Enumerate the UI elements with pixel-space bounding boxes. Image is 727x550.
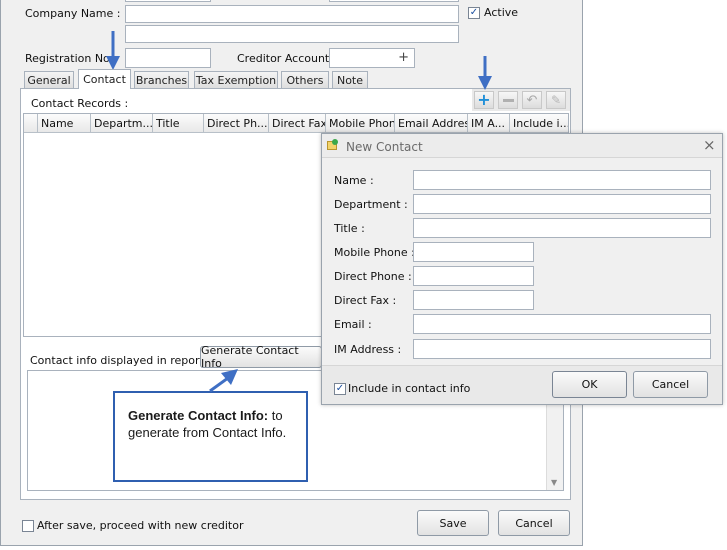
dialog-title-field[interactable] xyxy=(413,218,711,238)
dialog-mobile-phone-field[interactable] xyxy=(413,242,534,262)
dialog-direct-phone-label: Direct Phone : xyxy=(334,270,412,283)
dialog-direct-fax-label: Direct Fax : xyxy=(334,294,397,307)
include-in-contact-info-label: Include in contact info xyxy=(348,382,471,395)
arrow-down-plus-button xyxy=(478,56,492,90)
arrow-down-contact-tab xyxy=(106,31,120,70)
dialog-direct-fax-field[interactable] xyxy=(413,290,534,310)
include-in-contact-info-checkbox[interactable]: ✓ xyxy=(334,383,346,395)
dialog-mobile-phone-label: Mobile Phone : xyxy=(334,246,415,259)
dialog-ok-button[interactable]: OK xyxy=(552,371,627,398)
dialog-department-label: Department : xyxy=(334,198,408,211)
dialog-title: New Contact xyxy=(346,140,423,154)
dialog-email-field[interactable] xyxy=(413,314,711,334)
dialog-direct-phone-field[interactable] xyxy=(413,266,534,286)
dialog-im-address-field[interactable] xyxy=(413,339,711,359)
close-icon[interactable]: × xyxy=(703,136,716,154)
dialog-department-field[interactable] xyxy=(413,194,711,214)
dialog-title-label: Title : xyxy=(334,222,365,235)
dialog-im-address-label: IM Address : xyxy=(334,343,402,356)
new-contact-app-icon xyxy=(327,139,339,151)
dialog-email-label: Email : xyxy=(334,318,372,331)
dialog-cancel-button[interactable]: Cancel xyxy=(633,371,708,398)
dialog-name-field[interactable] xyxy=(413,170,711,190)
arrow-up-generate-button xyxy=(209,369,238,393)
tab-contact[interactable]: Contact xyxy=(78,69,131,89)
dialog-name-label: Name : xyxy=(334,174,374,187)
